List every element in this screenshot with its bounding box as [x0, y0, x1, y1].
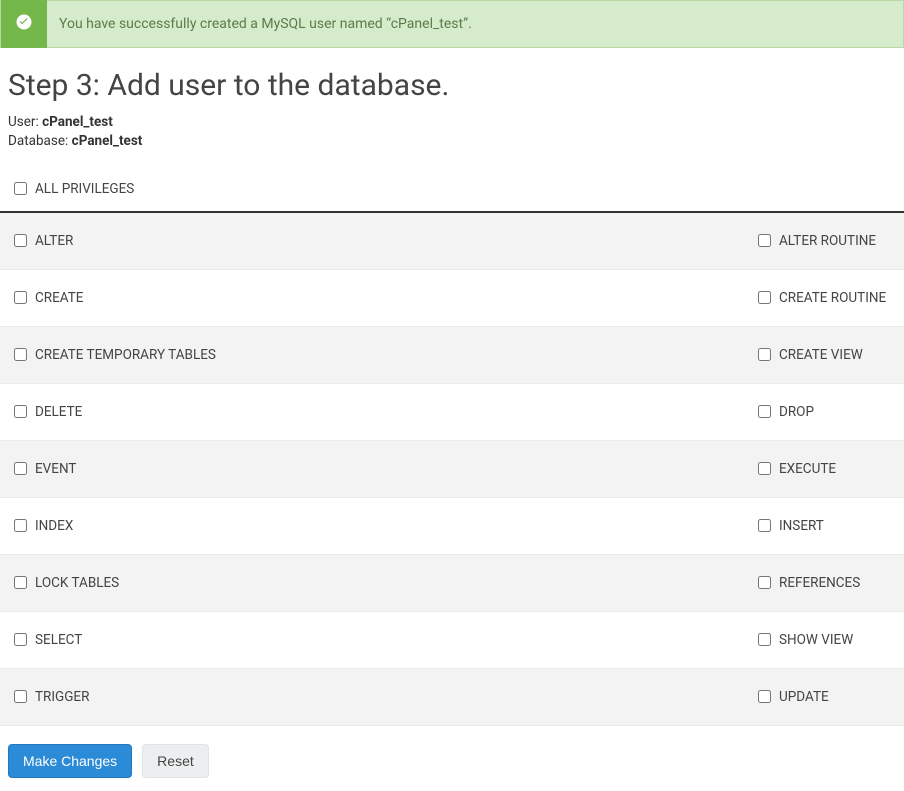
- privilege-label: ALTER ROUTINE: [779, 233, 876, 249]
- privilege-cell-right: CREATE ROUTINE: [744, 290, 904, 306]
- privilege-cell-left: TRIGGER: [0, 689, 744, 705]
- privilege-label: ALTER: [35, 233, 73, 249]
- page-title: Step 3: Add user to the database.: [8, 68, 904, 103]
- privilege-cell-left: EVENT: [0, 461, 744, 477]
- check-circle-icon: [15, 13, 33, 35]
- reset-button[interactable]: Reset: [142, 744, 209, 778]
- user-value: cPanel_test: [42, 114, 113, 130]
- db-label: Database:: [8, 133, 68, 149]
- user-label: User:: [8, 114, 39, 130]
- privilege-checkbox[interactable]: [14, 633, 27, 646]
- privilege-cell-left: DELETE: [0, 404, 744, 420]
- privilege-cell-right: DROP: [744, 404, 904, 420]
- privilege-label: CREATE VIEW: [779, 347, 863, 363]
- privilege-label: SHOW VIEW: [779, 632, 853, 648]
- privilege-label: EXECUTE: [779, 461, 836, 477]
- db-value: cPanel_test: [72, 133, 143, 149]
- privilege-label: DELETE: [35, 404, 82, 420]
- privilege-cell-left: INDEX: [0, 518, 744, 534]
- privilege-checkbox[interactable]: [14, 519, 27, 532]
- privilege-checkbox[interactable]: [14, 234, 27, 247]
- privileges-body: ALTERALTER ROUTINECREATECREATE ROUTINECR…: [0, 213, 904, 726]
- privilege-checkbox[interactable]: [758, 348, 771, 361]
- privilege-checkbox[interactable]: [14, 405, 27, 418]
- privilege-row: EVENT EXECUTE: [0, 441, 904, 498]
- privilege-label: DROP: [779, 404, 814, 420]
- privilege-cell-left: ALTER: [0, 233, 744, 249]
- success-banner: You have successfully created a MySQL us…: [0, 0, 904, 48]
- user-db-meta: User: cPanel_test Database: cPanel_test: [8, 113, 904, 151]
- all-privileges-checkbox[interactable]: [14, 182, 27, 195]
- privilege-checkbox[interactable]: [758, 405, 771, 418]
- button-bar: Make Changes Reset: [0, 726, 904, 790]
- privilege-cell-right: REFERENCES: [744, 575, 904, 591]
- privilege-checkbox[interactable]: [758, 576, 771, 589]
- privilege-checkbox[interactable]: [758, 690, 771, 703]
- privilege-checkbox[interactable]: [758, 462, 771, 475]
- privilege-row: DELETE DROP: [0, 384, 904, 441]
- privilege-label: INDEX: [35, 518, 73, 534]
- privilege-cell-right: INSERT: [744, 518, 904, 534]
- privilege-cell-left: CREATE TEMPORARY TABLES: [0, 347, 744, 363]
- all-privileges-label: ALL PRIVILEGES: [35, 181, 134, 197]
- privilege-label: UPDATE: [779, 689, 829, 705]
- privilege-checkbox[interactable]: [14, 291, 27, 304]
- privilege-cell-left: LOCK TABLES: [0, 575, 744, 591]
- privilege-checkbox[interactable]: [14, 348, 27, 361]
- privilege-cell-right: CREATE VIEW: [744, 347, 904, 363]
- privilege-row: INDEX INSERT: [0, 498, 904, 555]
- privilege-row: SELECT SHOW VIEW: [0, 612, 904, 669]
- privilege-label: CREATE: [35, 290, 83, 306]
- privilege-row: CREATE CREATE ROUTINE: [0, 270, 904, 327]
- privilege-label: REFERENCES: [779, 575, 860, 591]
- privilege-checkbox[interactable]: [758, 234, 771, 247]
- privilege-label: LOCK TABLES: [35, 575, 119, 591]
- privilege-label: CREATE TEMPORARY TABLES: [35, 347, 216, 363]
- all-privileges-row: ALL PRIVILEGES: [0, 169, 904, 213]
- privilege-checkbox[interactable]: [758, 519, 771, 532]
- privilege-label: EVENT: [35, 461, 76, 477]
- privilege-checkbox[interactable]: [758, 633, 771, 646]
- make-changes-button[interactable]: Make Changes: [8, 744, 132, 778]
- privilege-row: ALTER ALTER ROUTINE: [0, 213, 904, 270]
- privilege-cell-left: CREATE: [0, 290, 744, 306]
- privilege-label: INSERT: [779, 518, 824, 534]
- privilege-checkbox[interactable]: [758, 291, 771, 304]
- privilege-label: CREATE ROUTINE: [779, 290, 886, 306]
- privilege-cell-right: UPDATE: [744, 689, 904, 705]
- privilege-label: SELECT: [35, 632, 82, 648]
- privilege-cell-right: EXECUTE: [744, 461, 904, 477]
- success-message: You have successfully created a MySQL us…: [47, 16, 472, 32]
- privilege-cell-right: ALTER ROUTINE: [744, 233, 904, 249]
- privileges-table: ALL PRIVILEGES ALTERALTER ROUTINECREATEC…: [0, 169, 904, 726]
- privilege-row: TRIGGER UPDATE: [0, 669, 904, 726]
- privilege-checkbox[interactable]: [14, 690, 27, 703]
- privilege-row: CREATE TEMPORARY TABLES CREATE VIEW: [0, 327, 904, 384]
- privilege-checkbox[interactable]: [14, 576, 27, 589]
- privilege-row: LOCK TABLES REFERENCES: [0, 555, 904, 612]
- privilege-label: TRIGGER: [35, 689, 89, 705]
- privilege-cell-left: SELECT: [0, 632, 744, 648]
- privilege-cell-right: SHOW VIEW: [744, 632, 904, 648]
- success-icon-wrap: [1, 0, 47, 48]
- privilege-checkbox[interactable]: [14, 462, 27, 475]
